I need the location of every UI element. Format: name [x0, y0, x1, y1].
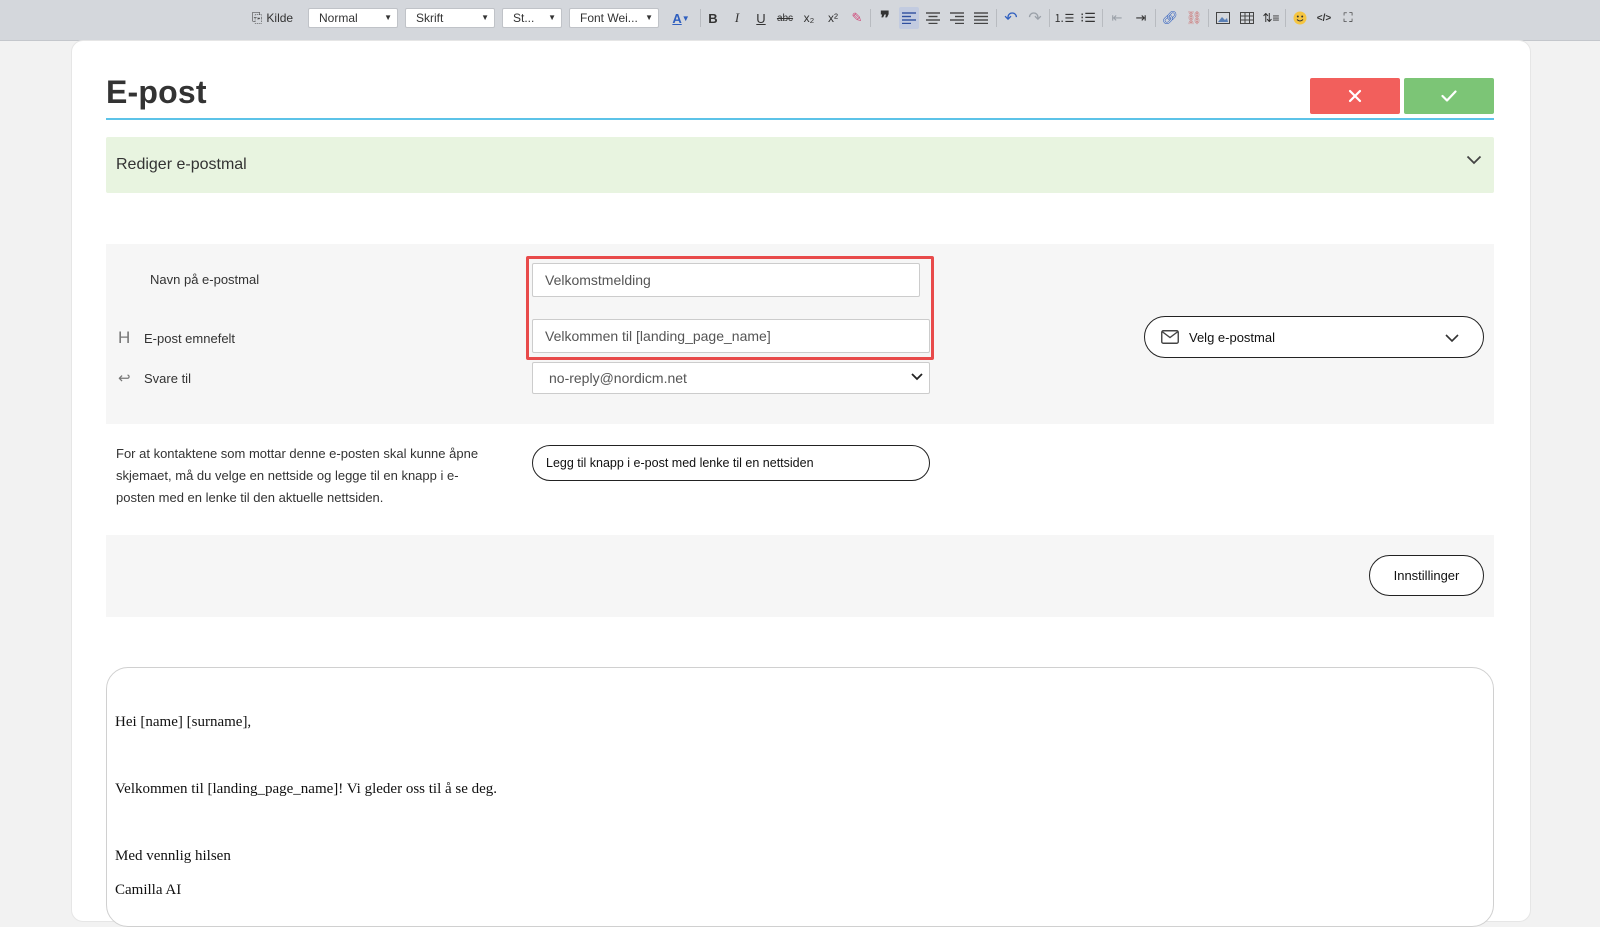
- email-body-editor[interactable]: Hei [name] [surname], Velkommen til [lan…: [106, 667, 1494, 927]
- template-name-label-text: Navn på e-postmal: [150, 272, 260, 287]
- bulleted-list-icon[interactable]: ⁝☰: [1078, 7, 1098, 29]
- save-button[interactable]: [1404, 78, 1494, 114]
- undo-icon[interactable]: ↶: [1001, 7, 1021, 29]
- edit-template-accordion[interactable]: Rediger e-postmal: [106, 137, 1494, 193]
- align-justify-icon[interactable]: [971, 7, 991, 29]
- settings-button[interactable]: Innstillinger: [1369, 555, 1484, 596]
- reply-to-select[interactable]: no-reply@nordicm.net: [532, 362, 930, 394]
- add-link-button[interactable]: Legg til knapp i e-post med lenke til en…: [532, 445, 930, 481]
- subject-input[interactable]: [532, 319, 930, 353]
- reply-to-label-text: Svare til: [144, 370, 191, 386]
- format-select-value: Normal: [319, 11, 358, 25]
- reply-to-value: no-reply@nordicm.net: [549, 370, 687, 386]
- close-icon: [1348, 89, 1362, 103]
- settings-button-label: Innstillinger: [1393, 568, 1460, 583]
- source-label: Kilde: [266, 11, 294, 25]
- source-button[interactable]: ⎘ Kilde: [252, 7, 302, 29]
- table-icon[interactable]: [1237, 7, 1257, 29]
- font-select[interactable]: Skrift ▼: [405, 8, 495, 28]
- redo-icon[interactable]: ↷: [1025, 7, 1045, 29]
- image-icon[interactable]: [1213, 7, 1233, 29]
- toolbar-separator: [1155, 9, 1156, 27]
- caret-down-icon: ▼: [481, 13, 489, 22]
- align-left-icon[interactable]: [899, 7, 919, 29]
- text-color-icon[interactable]: A ▼: [668, 7, 694, 29]
- title-divider: [106, 118, 1494, 120]
- chevron-down-icon: [911, 373, 923, 381]
- editor-toolbar: ⎘ Kilde Normal ▼ Skrift ▼ St... ▼ Font W…: [0, 0, 1600, 41]
- emoji-icon[interactable]: [1290, 7, 1310, 29]
- toolbar-separator: [1285, 9, 1286, 27]
- size-select[interactable]: St... ▼: [502, 8, 562, 28]
- editor-line: Hei [name] [surname],: [115, 714, 252, 730]
- editor-line: Velkommen til [landing_page_name]! Vi gl…: [115, 781, 498, 797]
- blockquote-icon[interactable]: ❞: [875, 7, 895, 29]
- caret-down-icon: ▼: [645, 13, 653, 22]
- reply-to-label: ↩ Svare til: [118, 369, 191, 387]
- source-icon: ⎘: [252, 10, 263, 25]
- editor-line: Camilla AI: [115, 882, 182, 898]
- template-name-label: Navn på e-postmal: [150, 272, 259, 287]
- subscript-icon[interactable]: x₂: [799, 7, 819, 29]
- button-helper-text: For at kontaktene som mottar denne e-pos…: [116, 446, 479, 505]
- heading-icon: H: [118, 328, 131, 347]
- add-link-button-label: Legg til knapp i e-post med lenke til en…: [546, 456, 814, 470]
- line-height-icon[interactable]: ⇅≡: [1261, 7, 1281, 29]
- italic-icon[interactable]: I: [727, 7, 747, 29]
- choose-template-dropdown[interactable]: Velg e-postmal: [1144, 316, 1484, 358]
- toolbar-separator: [870, 9, 871, 27]
- template-name-input[interactable]: [532, 263, 920, 297]
- subject-label: H E-post emnefelt: [118, 328, 235, 348]
- settings-panel: [106, 535, 1494, 617]
- underline-icon[interactable]: U: [751, 7, 771, 29]
- indent-icon[interactable]: ⇥: [1131, 7, 1151, 29]
- caret-down-icon: ▼: [384, 13, 392, 22]
- toolbar-separator: [1102, 9, 1103, 27]
- toolbar-separator: [1049, 9, 1050, 27]
- size-select-value: St...: [513, 11, 535, 25]
- superscript-icon[interactable]: x²: [823, 7, 843, 29]
- fullscreen-icon[interactable]: ⛶: [1338, 7, 1358, 29]
- chevron-down-icon: [1445, 334, 1459, 343]
- toolbar-separator: [700, 9, 701, 27]
- strikethrough-icon[interactable]: abc: [775, 7, 795, 29]
- link-icon[interactable]: 🔗︎: [1160, 7, 1180, 29]
- envelope-icon: [1161, 330, 1179, 344]
- caret-down-icon: ▼: [548, 13, 556, 22]
- bold-icon[interactable]: B: [703, 7, 723, 29]
- insert-code-icon[interactable]: </>: [1314, 7, 1334, 29]
- align-right-icon[interactable]: [947, 7, 967, 29]
- editor-line: Med vennlig hilsen: [115, 848, 231, 864]
- cancel-button[interactable]: [1310, 78, 1400, 114]
- outdent-icon[interactable]: ⇤: [1107, 7, 1127, 29]
- page-title: E-post: [106, 74, 207, 110]
- unlink-icon[interactable]: ⛓︎: [1184, 7, 1204, 29]
- chevron-down-icon: [1466, 155, 1482, 165]
- checkmark-icon: [1441, 90, 1457, 102]
- align-center-icon[interactable]: [923, 7, 943, 29]
- format-select[interactable]: Normal ▼: [308, 8, 398, 28]
- accordion-label: Rediger e-postmal: [116, 156, 247, 173]
- font-select-value: Skrift: [416, 11, 444, 25]
- subject-label-text: E-post emnefelt: [144, 330, 236, 346]
- choose-template-label: Velg e-postmal: [1189, 329, 1275, 345]
- toolbar-separator: [1208, 9, 1209, 27]
- remove-format-icon[interactable]: ✎: [847, 7, 867, 29]
- font-weight-select-value: Font Wei...: [580, 11, 638, 25]
- numbered-list-icon[interactable]: ⒈☰: [1054, 7, 1075, 29]
- font-weight-select[interactable]: Font Wei... ▼: [569, 8, 659, 28]
- toolbar-separator: [996, 9, 997, 27]
- reply-icon: ↩: [118, 370, 131, 387]
